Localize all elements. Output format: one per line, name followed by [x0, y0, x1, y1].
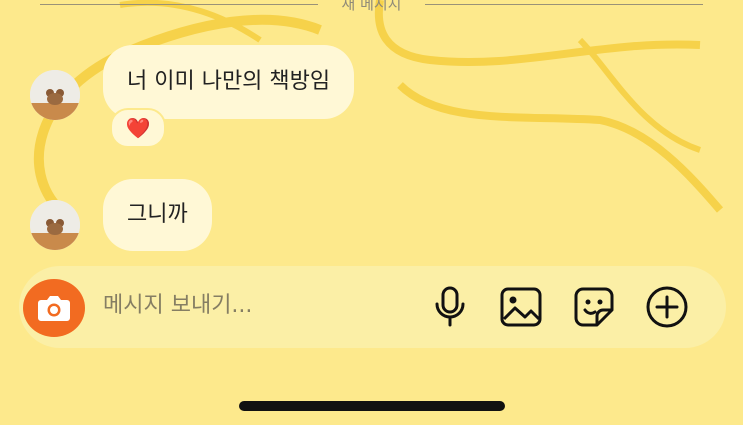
sender-avatar[interactable] [30, 200, 80, 250]
camera-icon [38, 296, 70, 321]
new-messages-divider: 새 메시지 [0, 0, 743, 12]
microphone-icon [435, 286, 465, 327]
image-icon [500, 287, 542, 327]
plus-icon [646, 286, 688, 328]
message-input[interactable]: 메시지 보내기... [103, 290, 252, 322]
more-options-button[interactable] [645, 285, 689, 329]
message-composer: 메시지 보내기... [19, 266, 726, 348]
heart-reaction-icon: ❤️ [125, 116, 151, 140]
sender-avatar[interactable] [30, 70, 80, 120]
divider-line-left [39, 3, 318, 5]
avatar-image [30, 200, 80, 250]
gallery-button[interactable] [499, 285, 543, 329]
home-indicator[interactable] [239, 401, 505, 411]
avatar-image [30, 70, 80, 120]
sticker-button[interactable] [572, 285, 616, 329]
message-text: 그니까 [127, 202, 188, 227]
voice-message-button[interactable] [428, 285, 472, 329]
message-bubble[interactable]: 그니까 [103, 179, 212, 251]
message-text: 너 이미 나만의 책방임 [127, 69, 331, 94]
new-messages-label: 새 메시지 [341, 0, 402, 13]
divider-line-right [425, 3, 704, 5]
sticker-icon [574, 287, 614, 327]
heart-reaction[interactable]: ❤️ [110, 108, 166, 148]
camera-button[interactable] [23, 279, 85, 337]
